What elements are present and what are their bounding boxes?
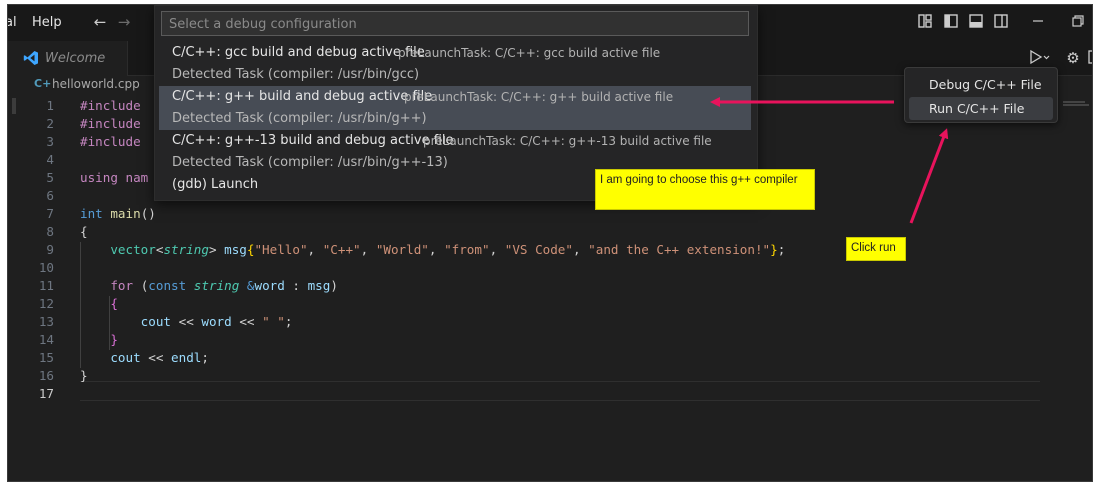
menu-terminal-fragment[interactable]: al [8, 15, 17, 30]
toggle-primary-sidebar-icon[interactable] [943, 14, 959, 30]
run-cpp-file-item[interactable]: Run C/C++ File [909, 97, 1053, 120]
code-token: word [254, 278, 285, 293]
gear-icon[interactable]: ⚙ [1065, 50, 1081, 66]
quick-pick-detail: Detected Task (compiler: /usr/bin/gcc) [172, 67, 420, 82]
code-token: msg [224, 242, 247, 257]
code-token: vector [110, 242, 156, 257]
run-dropdown-menu: Debug C/C++ File Run C/C++ File [904, 67, 1058, 123]
quick-pick-item-gcc[interactable]: C/C++: gcc build and debug active file p… [159, 42, 751, 64]
quick-pick-detail: Detected Task (compiler: /usr/bin/g++) [172, 111, 427, 126]
line-number: 14 [38, 332, 54, 347]
debug-config-input[interactable]: Select a debug configuration [161, 11, 749, 36]
split-editor-icon[interactable] [1088, 50, 1092, 66]
code-token: string [193, 278, 240, 293]
code-token: main [110, 206, 141, 221]
toggle-secondary-sidebar-icon[interactable] [993, 14, 1009, 30]
tab-label: Welcome [45, 51, 106, 66]
code-token: #include [80, 98, 141, 113]
toggle-panel-icon[interactable] [968, 14, 984, 30]
quick-pick-item-gpp13[interactable]: C/C++: g++-13 build and debug active fil… [159, 130, 751, 152]
code-token: string [163, 242, 209, 257]
quick-pick-description: preLaunchTask: C/C++: g++-13 build activ… [423, 134, 712, 148]
run-debug-icon[interactable] [1028, 49, 1050, 65]
line-number: 17 [38, 386, 54, 401]
line-number: 15 [38, 350, 54, 365]
code-token: "C++" [322, 242, 361, 257]
code-token: "VS Code" [504, 242, 573, 257]
quick-pick-detail: Detected Task (compiler: /usr/bin/g++-13… [172, 155, 448, 170]
code-token: #include [80, 116, 141, 131]
quick-pick-item-gpp[interactable]: C/C++: g++ build and debug active file p… [159, 86, 751, 130]
menu-item-label: Debug C/C++ File [929, 77, 1042, 92]
line-number: 6 [46, 188, 54, 203]
code-token: using nam [80, 170, 149, 185]
vscode-window: al Help ← → Welcome [7, 4, 1093, 482]
quick-pick-label: C/C++: gcc build and debug active file [172, 45, 425, 60]
code-token: endl [171, 350, 202, 365]
line-number: 5 [46, 170, 54, 185]
code-token: "and the C++ extension!" [588, 242, 771, 257]
debug-cpp-file-item[interactable]: Debug C/C++ File [909, 73, 1053, 96]
code-token: for [110, 278, 134, 293]
quick-pick-detail-gcc[interactable]: Detected Task (compiler: /usr/bin/gcc) [159, 64, 751, 86]
code-token: "Hello" [254, 242, 308, 257]
code-token: word [201, 314, 232, 329]
quick-pick-label: C/C++: g++-13 build and debug active fil… [172, 133, 454, 148]
cpp-file-icon: C+ [34, 77, 52, 90]
annotation-choose-compiler: I am going to choose this g++ compiler [595, 169, 815, 210]
line-number: 1 [46, 98, 54, 113]
quick-pick-description: preLaunchTask: C/C++: g++ build active f… [404, 90, 674, 104]
line-number: 4 [46, 152, 54, 167]
quick-pick-label: (gdb) Launch [172, 177, 259, 192]
code-token: int [80, 206, 103, 221]
breadcrumb-filename[interactable]: helloworld.cpp [52, 77, 140, 91]
debug-config-placeholder: Select a debug configuration [169, 17, 357, 32]
line-number: 13 [38, 314, 54, 329]
arrow-right-icon[interactable]: → [116, 14, 132, 30]
vscode-icon [23, 50, 39, 66]
code-token: " " [262, 314, 285, 329]
code-token: cout [140, 314, 172, 329]
tab-welcome[interactable]: Welcome [8, 41, 128, 76]
code-token: "from" [444, 242, 490, 257]
code-token: const [148, 278, 187, 293]
line-number: 8 [46, 224, 54, 239]
line-number: 10 [38, 260, 54, 275]
customize-layout-icon[interactable] [917, 14, 933, 30]
line-number: 3 [46, 134, 54, 149]
line-number: 7 [46, 206, 54, 221]
quick-pick-label: C/C++: g++ build and debug active file [172, 89, 433, 104]
code-token: msg [307, 278, 331, 293]
line-number: 11 [38, 278, 54, 293]
annotation-click-run: Click run [846, 237, 906, 261]
minimize-icon[interactable] [1030, 14, 1046, 30]
code-token: cout [110, 350, 141, 365]
line-number: 12 [38, 296, 54, 311]
code-token: "World" [375, 242, 429, 257]
arrow-left-icon[interactable]: ← [92, 14, 108, 30]
line-number: 16 [38, 368, 54, 383]
menu-help[interactable]: Help [32, 15, 62, 30]
quick-pick-description: preLaunchTask: C/C++: gcc build active f… [398, 46, 661, 60]
menu-item-label: Run C/C++ File [929, 101, 1025, 116]
minimap[interactable] [1063, 100, 1091, 110]
line-number: 9 [46, 242, 54, 257]
code-token: #include [80, 134, 141, 149]
restore-icon[interactable] [1070, 14, 1086, 30]
line-number: 2 [46, 116, 54, 131]
